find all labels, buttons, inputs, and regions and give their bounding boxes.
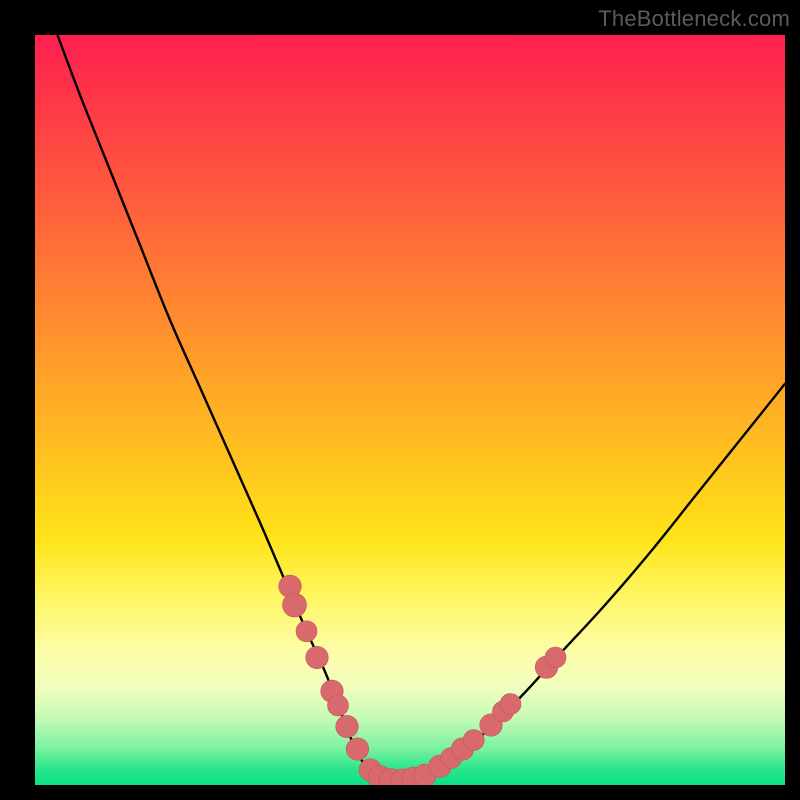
curve-marker <box>500 694 521 715</box>
watermark-text: TheBottleneck.com <box>598 6 790 32</box>
curve-markers <box>279 575 566 785</box>
curve-marker <box>463 730 484 751</box>
curve-marker <box>328 695 349 716</box>
bottleneck-curve <box>58 35 786 782</box>
curve-marker <box>336 715 359 738</box>
curve-marker <box>306 646 329 669</box>
curve-marker <box>296 621 317 642</box>
curve-marker <box>545 647 566 668</box>
chart-frame: TheBottleneck.com <box>0 0 800 800</box>
plot-area <box>35 35 785 785</box>
chart-svg <box>35 35 785 785</box>
curve-marker <box>346 738 369 761</box>
curve-marker <box>283 593 307 617</box>
